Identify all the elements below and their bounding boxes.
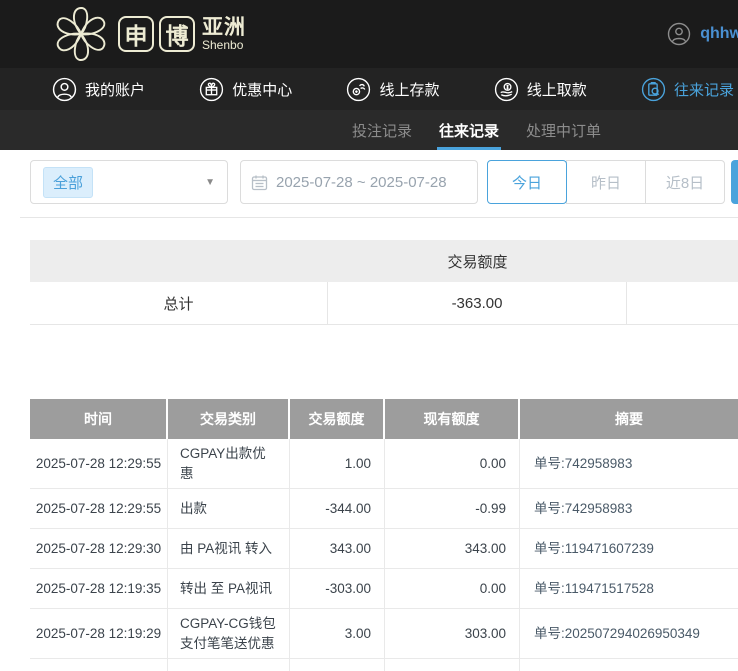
logo-subtitle: 亚洲 — [202, 17, 246, 39]
nav-label: 线上存款 — [379, 79, 439, 100]
username: qhhw — [700, 25, 738, 43]
flower-icon — [52, 5, 110, 63]
table-cell: 2025-07-28 12:19:29 — [30, 659, 168, 671]
table-cell: 300.00 — [385, 659, 520, 671]
filter-row: 全部 ▼ 2025-07-28 ~ 2025-07-28 今日 昨日 近8日 — [30, 160, 738, 204]
summary-header-row: 交易额度 — [30, 240, 738, 282]
table-cell: 2025-07-28 12:29:55 — [30, 489, 168, 528]
date-range-input[interactable]: 2025-07-28 ~ 2025-07-28 — [240, 160, 478, 204]
nav-item-deposit[interactable]: 线上存款 — [346, 77, 439, 102]
nav-label: 往来记录 — [674, 79, 734, 100]
user-account[interactable]: qhhw — [667, 0, 738, 68]
logo-char-box: 申 — [118, 16, 154, 52]
today-button[interactable]: 今日 — [487, 160, 567, 204]
records-icon — [641, 77, 666, 102]
nav-item-records[interactable]: 往来记录 — [641, 77, 734, 102]
table-cell: 由 PA视讯 转入 — [168, 529, 290, 568]
table-cell: CGPAY-CG钱包支付笔笔送优惠 — [168, 609, 290, 658]
user-icon — [52, 77, 77, 102]
col-time: 时间 — [30, 399, 168, 439]
nav-label: 线上取款 — [527, 79, 587, 100]
transactions-tbody: 2025-07-28 12:29:55CGPAY出款优惠1.000.00单号:7… — [30, 439, 738, 671]
selected-type-chip: 全部 — [43, 167, 93, 198]
summary-table: 交易额度 总计 -363.00 — [30, 240, 738, 325]
nav-item-my-account[interactable]: 我的账户 — [52, 77, 145, 102]
col-type: 交易类别 — [168, 399, 290, 439]
table-cell: 300.00 — [290, 659, 385, 671]
table-cell: -0.99 — [385, 489, 520, 528]
table-cell: 303.00 — [385, 609, 520, 658]
record-tabs: 投注记录 往来记录 处理中订单 — [0, 110, 738, 150]
deposit-icon — [346, 77, 371, 102]
divider — [20, 217, 738, 218]
calendar-icon — [251, 174, 268, 191]
table-cell: 2025-07-28 12:19:35 — [30, 569, 168, 608]
summary-amount-header: 交易额度 — [328, 251, 627, 272]
table-cell: 1.00 — [290, 439, 385, 488]
table-cell: -303.00 — [290, 569, 385, 608]
table-row: 2025-07-28 12:29:30由 PA视讯 转入343.00343.00… — [30, 529, 738, 569]
table-row: 2025-07-28 12:19:35转出 至 PA视讯-303.000.00单… — [30, 569, 738, 609]
user-avatar-icon — [667, 22, 691, 46]
table-cell: 出款 — [168, 489, 290, 528]
table-cell: 2025-07-28 12:29:55 — [30, 439, 168, 488]
search-button-partial[interactable] — [731, 160, 738, 204]
table-cell: 2025-07-28 12:29:30 — [30, 529, 168, 568]
site-logo[interactable]: 申 博 亚洲 Shenbo — [52, 5, 246, 63]
table-cell: CGPAY支付 — [168, 659, 290, 671]
table-row: 2025-07-28 12:19:29CGPAY支付300.00300.00单号… — [30, 659, 738, 671]
table-cell: 单号:202507294026950349 — [520, 609, 738, 658]
table-cell: -344.00 — [290, 489, 385, 528]
caret-down-icon: ▼ — [205, 177, 215, 188]
logo-char-box: 博 — [159, 16, 195, 52]
table-cell: 转出 至 PA视讯 — [168, 569, 290, 608]
nav-item-withdraw[interactable]: 线上取款 — [494, 77, 587, 102]
nav-label: 我的账户 — [85, 79, 145, 100]
tab-transaction-records[interactable]: 往来记录 — [439, 110, 499, 150]
main-nav: 我的账户 优惠中心 线上存款 线上取款 往来 — [0, 68, 738, 110]
nav-label: 优惠中心 — [232, 79, 292, 100]
last-8-days-button[interactable]: 近8日 — [645, 160, 725, 204]
table-row: 2025-07-28 12:29:55出款-344.00-0.99单号:7429… — [30, 489, 738, 529]
top-header: 申 博 亚洲 Shenbo qhhw — [0, 0, 738, 68]
table-header-row: 时间 交易类别 交易额度 现有额度 摘要 — [30, 399, 738, 439]
table-cell: 2025-07-28 12:19:29 — [30, 609, 168, 658]
quick-date-buttons: 今日 昨日 近8日 — [487, 160, 725, 204]
type-select[interactable]: 全部 ▼ — [30, 160, 228, 204]
table-row: 2025-07-28 12:19:29CGPAY-CG钱包支付笔笔送优惠3.00… — [30, 609, 738, 659]
summary-total-row: 总计 -363.00 — [30, 282, 738, 325]
table-cell: 单号:202507294026950349 — [520, 659, 738, 671]
nav-item-promotions[interactable]: 优惠中心 — [199, 77, 292, 102]
table-cell: 3.00 — [290, 609, 385, 658]
yesterday-button[interactable]: 昨日 — [566, 160, 646, 204]
transactions-table: 时间 交易类别 交易额度 现有额度 摘要 2025-07-28 12:29:55… — [30, 399, 738, 671]
total-label: 总计 — [30, 282, 328, 324]
gift-icon — [199, 77, 224, 102]
table-cell: 单号:742958983 — [520, 439, 738, 488]
table-cell: 0.00 — [385, 569, 520, 608]
tab-processing-orders[interactable]: 处理中订单 — [526, 110, 601, 150]
table-cell: CGPAY出款优惠 — [168, 439, 290, 488]
date-range-value: 2025-07-28 ~ 2025-07-28 — [276, 174, 447, 191]
tab-betting-records[interactable]: 投注记录 — [352, 110, 412, 150]
table-cell: 343.00 — [385, 529, 520, 568]
table-cell: 0.00 — [385, 439, 520, 488]
col-balance: 现有额度 — [385, 399, 520, 439]
table-cell: 单号:119471517528 — [520, 569, 738, 608]
total-value: -363.00 — [328, 282, 627, 324]
table-cell: 单号:119471607239 — [520, 529, 738, 568]
col-summary: 摘要 — [520, 399, 738, 439]
table-cell: 343.00 — [290, 529, 385, 568]
table-row: 2025-07-28 12:29:55CGPAY出款优惠1.000.00单号:7… — [30, 439, 738, 489]
table-cell: 单号:742958983 — [520, 489, 738, 528]
withdraw-icon — [494, 77, 519, 102]
logo-en-name: Shenbo — [202, 39, 246, 52]
col-amount: 交易额度 — [290, 399, 385, 439]
